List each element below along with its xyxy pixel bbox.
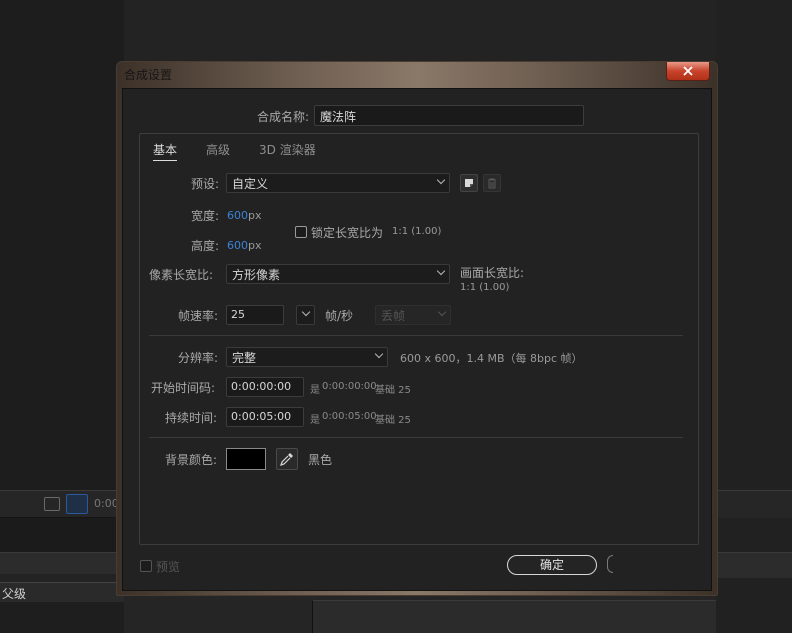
dialog-title: 合成设置 (124, 68, 173, 82)
chevron-down-icon (436, 266, 446, 276)
preset-label: 预设: (191, 177, 220, 191)
chevron-down-icon (374, 349, 384, 359)
preset-value: 自定义 (232, 177, 269, 191)
height-label: 高度: (191, 239, 220, 253)
background-panel (0, 0, 124, 490)
save-preset-icon (465, 179, 473, 187)
duration-base: 基础 25 (375, 415, 411, 426)
pixel-aspect-value: 方形像素 (232, 268, 281, 282)
duration-label: 持续时间: (165, 411, 218, 425)
duration-prefix: 是 (310, 415, 320, 426)
parent-column-label: 父级 (2, 587, 27, 601)
lock-aspect-ratio: 1:1 (1.00) (392, 226, 442, 237)
tab-advanced[interactable]: 高级 (206, 141, 230, 158)
start-timecode-input[interactable]: 0:00:00:00 (226, 377, 304, 397)
pixel-aspect-label: 像素长宽比: (149, 268, 214, 282)
layer-toggle-icon[interactable] (66, 494, 88, 514)
ok-button[interactable]: 确定 (507, 555, 597, 575)
chevron-down-icon (436, 175, 446, 185)
resolution-info: 600 x 600，1.4 MB（每 8bpc 帧） (400, 352, 583, 365)
tab-basic[interactable]: 基本 (153, 141, 178, 161)
save-preset-button[interactable] (460, 174, 478, 192)
tab-3d-renderer[interactable]: 3D 渲染器 (259, 141, 316, 158)
layer-column-header: 父级 (0, 582, 124, 602)
pixel-aspect-dropdown[interactable]: 方形像素 (226, 264, 450, 284)
drop-frame-value: 丢帧 (381, 309, 406, 323)
width-label: 宽度: (191, 209, 220, 223)
resolution-dropdown[interactable]: 完整 (226, 347, 388, 367)
comp-name-label: 合成名称: (257, 110, 310, 124)
preview-label: 预览 (156, 560, 181, 574)
frame-rate-menu[interactable] (296, 305, 315, 325)
bg-color-name: 黑色 (308, 453, 333, 467)
timeline-header-row (0, 552, 124, 574)
frame-aspect-label: 画面长宽比: (460, 266, 525, 280)
width-value[interactable]: 600 (227, 209, 248, 222)
frame-rate-unit: 帧/秒 (325, 309, 354, 323)
close-button[interactable] (666, 62, 710, 81)
width-unit: px (248, 209, 262, 222)
frame-rate-input[interactable]: 25 (226, 305, 284, 325)
height-value[interactable]: 600 (227, 239, 248, 252)
divider (149, 335, 683, 336)
start-timecode-info: 0:00:00:00 (322, 381, 377, 392)
trash-icon (488, 178, 496, 188)
dialog-body: 合成名称: 魔法阵 基本 高级 3D 渲染器 预设: 自定义 宽度: 600 p… (122, 88, 712, 591)
chevron-down-icon (437, 307, 447, 317)
preview-checkbox[interactable] (140, 560, 152, 572)
background-right-toolbar (716, 490, 792, 518)
duration-input[interactable]: 0:00:05:00 (226, 407, 304, 427)
settings-panel (139, 133, 699, 545)
timeline-toolbar: 0:00 (0, 490, 124, 518)
preset-dropdown[interactable]: 自定义 (226, 173, 450, 193)
height-unit: px (248, 239, 262, 252)
duration-info: 0:00:05:00 (322, 411, 377, 422)
comp-name-input[interactable]: 魔法阵 (314, 105, 584, 126)
bg-color-swatch[interactable] (226, 448, 266, 470)
frame-aspect-value: 1:1 (1.00) (460, 282, 510, 293)
comp-flowchart-icon[interactable] (44, 497, 60, 511)
start-timecode-label: 开始时间码: (151, 381, 216, 395)
composition-settings-dialog: 合成设置 合成名称: 魔法阵 基本 高级 3D 渲染器 预设: 自定义 宽度: … (116, 61, 718, 596)
chevron-down-icon (301, 307, 311, 317)
background-bottom-panel (312, 600, 716, 633)
close-icon (683, 66, 693, 76)
start-timecode-base: 基础 25 (375, 385, 411, 396)
lock-aspect-checkbox[interactable] (295, 226, 307, 238)
eyedropper-icon (280, 453, 293, 466)
timeline-area (0, 518, 124, 552)
bg-color-label: 背景颜色: (165, 453, 218, 467)
divider (149, 437, 683, 438)
background-right-row (716, 552, 792, 578)
drop-frame-dropdown[interactable]: 丢帧 (375, 305, 451, 325)
resolution-value: 完整 (232, 351, 257, 365)
eyedropper-button[interactable] (276, 448, 298, 470)
lock-aspect-label: 锁定长宽比为 (311, 226, 384, 240)
resolution-label: 分辨率: (178, 351, 219, 365)
frame-rate-label: 帧速率: (178, 309, 219, 323)
background-right-panel (716, 0, 792, 633)
start-timecode-prefix: 是 (310, 385, 320, 396)
delete-preset-button[interactable] (483, 174, 501, 192)
cancel-button[interactable] (607, 555, 613, 573)
layer-list (0, 602, 124, 633)
